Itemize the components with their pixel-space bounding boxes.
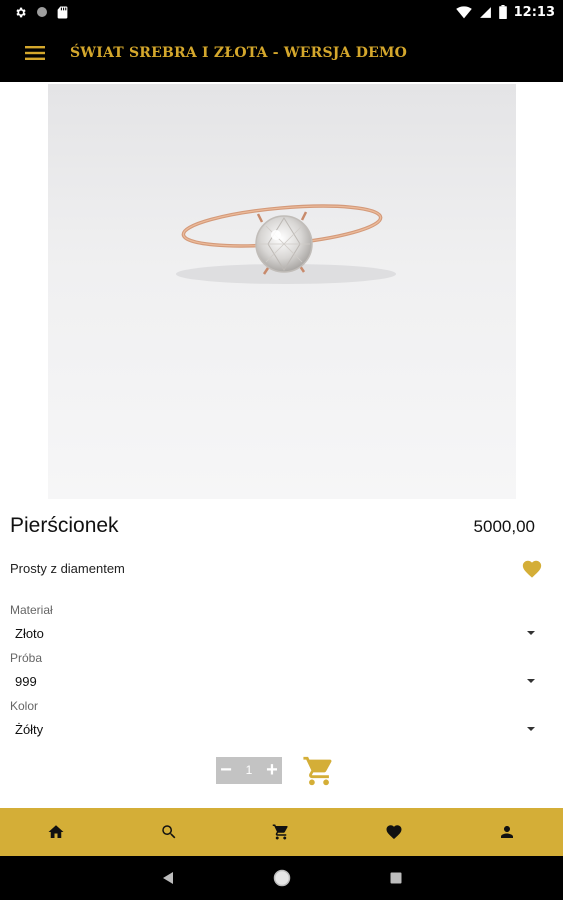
status-bar: 12:13 <box>0 0 563 24</box>
home-circle-icon <box>273 869 290 887</box>
heart-icon <box>386 825 402 840</box>
quantity-input[interactable] <box>236 757 262 784</box>
decrement-button[interactable]: − <box>216 757 236 784</box>
bottom-navigation <box>0 808 563 856</box>
hamburger-icon <box>25 46 45 60</box>
favorite-button[interactable] <box>521 558 543 580</box>
purity-value: 999 <box>15 674 37 689</box>
material-select[interactable]: Złoto <box>10 623 540 645</box>
search-icon <box>162 825 176 839</box>
color-select[interactable]: Żółty <box>10 719 540 741</box>
material-label: Materiał <box>10 603 53 617</box>
dropdown-arrow-icon <box>527 631 535 635</box>
purity-label: Próba <box>10 651 43 665</box>
color-value: Żółty <box>15 722 44 737</box>
nav-cart[interactable] <box>253 808 309 856</box>
wifi-icon <box>455 5 472 18</box>
circle-icon <box>37 7 47 17</box>
product-name: Pierścionek <box>10 514 119 537</box>
app-title: ŚWIAT SREBRA I ZŁOTA - WERSJA DEMO <box>70 45 408 61</box>
product-image <box>48 84 516 499</box>
nav-home[interactable] <box>28 808 84 856</box>
app-bar: ŚWIAT SREBRA I ZŁOTA - WERSJA DEMO <box>0 24 563 82</box>
system-navigation <box>0 856 563 900</box>
purity-select[interactable]: 999 <box>10 671 540 693</box>
cart-icon <box>303 756 332 786</box>
product-description: Prosty z diamentem <box>10 561 125 576</box>
menu-button[interactable] <box>0 24 70 82</box>
system-home-button[interactable] <box>270 866 294 890</box>
home-icon <box>48 825 64 838</box>
recents-icon <box>390 872 401 884</box>
nav-search[interactable] <box>141 808 197 856</box>
heart-icon <box>522 560 542 578</box>
color-label: Kolor <box>10 699 39 713</box>
status-left-icons <box>14 6 68 19</box>
material-value: Złoto <box>15 626 44 641</box>
status-right-icons: 12:13 <box>455 4 555 20</box>
cart-icon <box>273 824 289 840</box>
system-recents-button[interactable] <box>384 866 408 890</box>
system-back-button[interactable] <box>156 866 180 890</box>
battery-icon <box>498 5 507 19</box>
sd-card-icon <box>57 6 68 18</box>
quantity-stepper: − + <box>216 757 282 784</box>
status-time: 12:13 <box>513 4 555 20</box>
dropdown-arrow-icon <box>527 727 535 731</box>
person-icon <box>500 826 513 838</box>
back-icon <box>162 872 173 884</box>
increment-button[interactable]: + <box>262 757 282 784</box>
gear-icon <box>16 7 26 17</box>
dropdown-arrow-icon <box>527 679 535 683</box>
add-to-cart-button[interactable] <box>302 754 336 788</box>
nav-account[interactable] <box>479 808 535 856</box>
product-price: 5000,00 <box>473 517 535 536</box>
nav-favorites[interactable] <box>366 808 422 856</box>
signal-icon <box>479 6 491 18</box>
